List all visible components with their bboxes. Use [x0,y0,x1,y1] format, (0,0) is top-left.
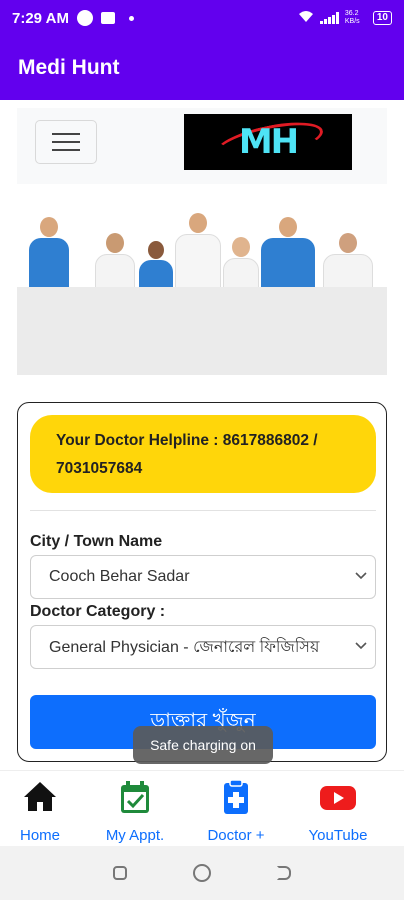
banner-board [17,287,387,375]
notification-dot-icon [128,15,134,21]
city-label: City / Town Name [30,533,163,550]
home-icon [20,777,60,817]
message-icon [100,12,115,24]
divider [30,510,376,511]
doctors-banner-image [17,205,387,375]
find-doctor-card: Your Doctor Helpline : 8617886802 / 7031… [17,402,387,762]
nav-doctor-plus-label: Doctor + [207,827,265,844]
signal-icon [319,12,339,24]
site-navbar: MH [17,108,387,184]
helpline-banner: Your Doctor Helpline : 8617886802 / 7031… [30,415,376,493]
nav-youtube[interactable]: YouTube [288,777,388,844]
recents-button[interactable] [113,866,127,880]
messenger-icon [76,10,93,26]
category-label: Doctor Category : [30,603,166,620]
category-select[interactable]: General Physician - জেনারেল ফিজিসিয় [30,625,376,669]
status-right: 36.2 KB/s 10 [298,10,392,26]
category-select-value: General Physician - জেনারেল ফিজিসিয় [49,638,320,656]
bottom-nav: Home My Appt. Doctor + YouTube [0,770,404,846]
wifi-icon [298,10,314,26]
city-select-value: Cooch Behar Sadar [49,568,190,585]
app-bar: Medi Hunt [0,36,404,100]
nav-doctor-plus[interactable]: Doctor + [186,777,286,844]
site-logo[interactable]: MH [184,114,352,170]
chevron-down-icon [353,568,369,584]
logo-text: MH [238,122,299,162]
status-time: 7:29 AM [12,9,69,27]
status-bar: 7:29 AM 36.2 KB/s 10 [0,0,404,36]
youtube-icon [318,777,358,817]
battery-icon: 10 [372,11,392,25]
nav-my-appointments[interactable]: My Appt. [85,777,185,844]
toast-message: Safe charging on [133,726,273,764]
back-button[interactable] [277,866,291,880]
nav-home-label: Home [19,827,60,844]
nav-my-appointments-label: My Appt. [105,827,165,844]
clipboard-plus-icon [216,777,256,817]
net-speed: 36.2 KB/s [344,10,360,25]
system-nav-bar [0,846,404,900]
nav-youtube-label: YouTube [308,827,368,844]
hamburger-icon [52,133,80,135]
nav-home[interactable]: Home [0,777,90,844]
system-home-button[interactable] [193,864,211,882]
calendar-check-icon [115,777,155,817]
chevron-down-icon [353,638,369,654]
menu-toggle-button[interactable] [35,120,97,164]
city-select[interactable]: Cooch Behar Sadar [30,555,376,599]
app-title: Medi Hunt [18,56,120,79]
